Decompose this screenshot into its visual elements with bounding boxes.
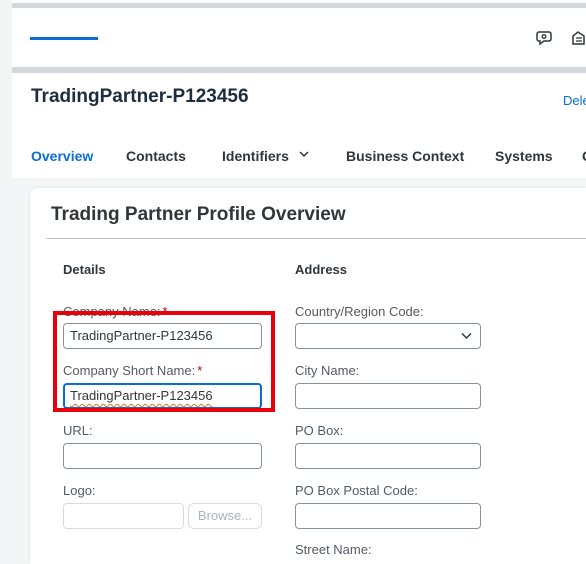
chevron-down-icon [461,332,472,340]
po-box-label: PO Box: [295,423,344,438]
city-name-field[interactable] [295,383,481,409]
url-label: URL: [63,423,93,438]
country-region-code-label: Country/Region Code: [295,304,424,319]
tab-more[interactable]: C [582,148,586,164]
feedback-icon[interactable] [535,29,553,47]
card-title: Trading Partner Profile Overview [51,204,346,225]
chevron-down-icon [299,151,309,159]
po-box-field[interactable] [295,443,481,469]
details-heading: Details [63,262,106,277]
tab-identifiers[interactable]: Identifiers [222,148,309,164]
logo-field[interactable] [63,503,184,529]
po-box-postal-code-field[interactable] [295,503,481,529]
left-edge-strip [0,0,12,564]
tab-identifiers-label: Identifiers [222,148,289,164]
active-tab-indicator [30,37,98,40]
country-region-code-select[interactable] [295,323,481,349]
card-title-separator [46,238,586,239]
street-name-label: Street Name: [295,542,372,557]
logo-label: Logo: [63,483,96,498]
url-field[interactable] [63,443,262,469]
po-box-postal-code-label: PO Box Postal Code: [295,483,418,498]
shell-bar [12,13,586,67]
tab-business-context[interactable]: Business Context [346,148,464,164]
highlight-annotation-box [53,311,275,412]
delete-button[interactable]: Delete [563,93,586,108]
city-name-label: City Name: [295,363,360,378]
header-separator [12,67,586,73]
tab-contacts[interactable]: Contacts [126,148,186,164]
top-band [12,0,586,8]
tab-systems[interactable]: Systems [495,148,553,164]
browse-button[interactable]: Browse... [188,503,262,529]
tab-bar: Overview Contacts Identifiers Business C… [12,138,586,178]
tab-overview[interactable]: Overview [31,148,93,164]
address-heading: Address [295,262,348,277]
notification-icon[interactable] [570,29,586,47]
page-title: TradingPartner-P123456 [31,86,249,107]
